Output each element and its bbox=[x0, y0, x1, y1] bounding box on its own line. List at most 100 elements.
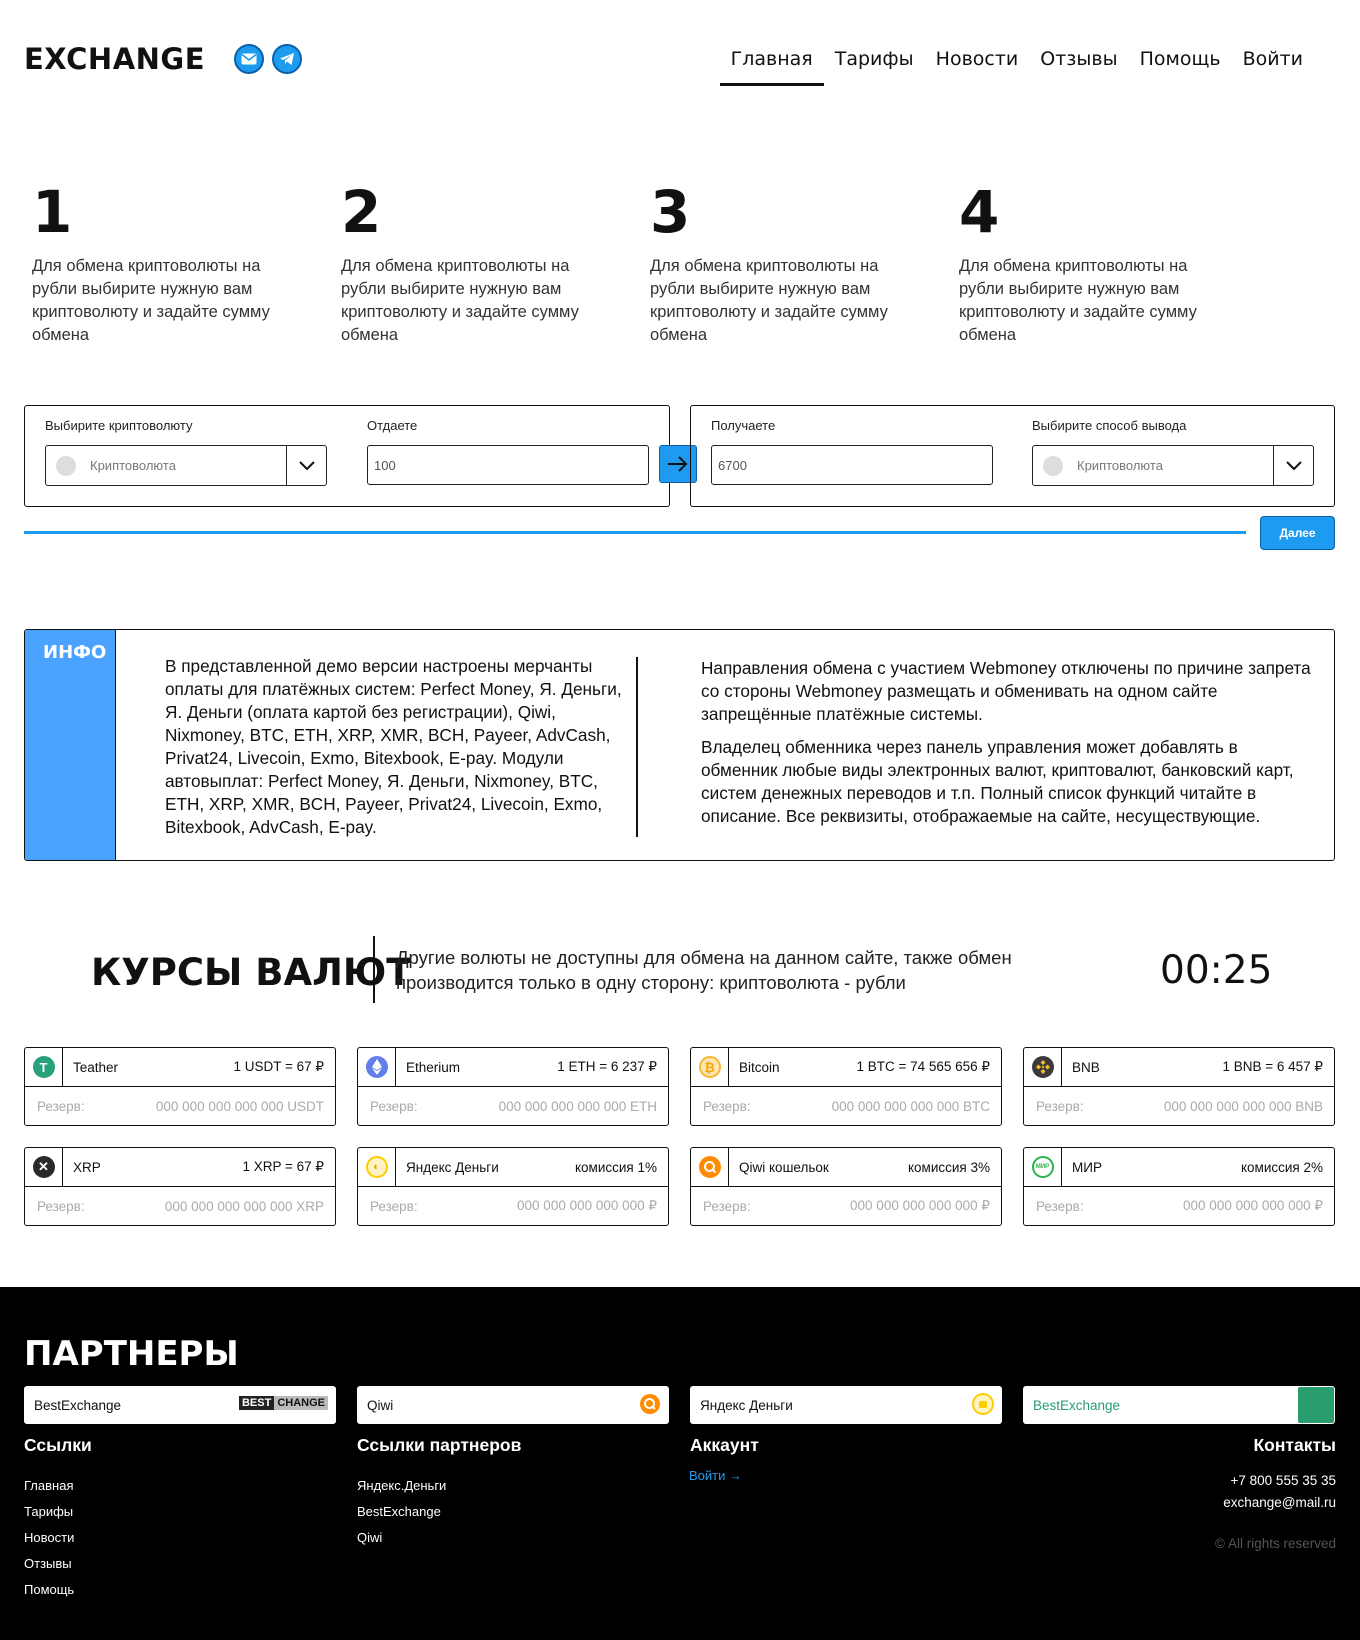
step-3: 3 Для обмена криптоволюты на рубли выбир… bbox=[650, 183, 920, 347]
method-label: Выбирите способ вывода bbox=[1032, 418, 1187, 433]
logo[interactable]: EXCHANGE bbox=[24, 42, 205, 76]
rate-card-rate: комиссия 3% bbox=[907, 1159, 990, 1175]
mail-icon[interactable] bbox=[234, 44, 264, 74]
partner-name: BestExchange bbox=[1033, 1397, 1121, 1413]
info-box: ИНФО В представленной демо версии настро… bbox=[24, 629, 1335, 861]
rate-card-name: Bitcoin bbox=[739, 1059, 780, 1075]
contact-email[interactable]: exchange@mail.ru bbox=[1223, 1492, 1336, 1514]
bitcoin-icon: ₿ bbox=[698, 1056, 721, 1078]
reserve-value: 000 000 000 000 000 USDT bbox=[155, 1098, 324, 1114]
rate-card-eth[interactable]: Etherium 1 ETH = 6 237 ₽ Резерв: 000 000 … bbox=[357, 1047, 669, 1126]
currency-placeholder-icon bbox=[56, 455, 76, 476]
nav-news[interactable]: Новости bbox=[925, 44, 1030, 86]
step-number: 3 bbox=[650, 178, 691, 246]
step-text: Для обмена криптоволюты на рубли выбирит… bbox=[650, 257, 888, 344]
next-button[interactable]: Далее bbox=[1260, 516, 1335, 550]
nav-login[interactable]: Войти bbox=[1232, 44, 1314, 86]
reserve-label: Резерв: bbox=[370, 1098, 418, 1114]
nav-reviews[interactable]: Отзывы bbox=[1029, 44, 1128, 86]
contact-phone[interactable]: +7 800 555 35 35 bbox=[1223, 1470, 1336, 1492]
rate-card-mir[interactable]: МИР МИР комиссия 2% Резерв: 000 000 000 0… bbox=[1023, 1147, 1335, 1226]
progress-fill bbox=[24, 531, 1246, 534]
step-number: 2 bbox=[341, 178, 382, 246]
footer-link-help[interactable]: Помощь bbox=[24, 1577, 74, 1603]
rate-card-yandex-money[interactable]: ◐ Яндекс Деньги комиссия 1% Резерв: 000 0… bbox=[357, 1147, 669, 1226]
partner-link-bestexchange[interactable]: BestExchange bbox=[357, 1499, 446, 1525]
partner-bestexchange[interactable]: BestExchange BEST CHANGE bbox=[24, 1386, 336, 1424]
step-text: Для обмена криптоволюты на рубли выбирит… bbox=[32, 257, 270, 344]
ethereum-icon bbox=[365, 1056, 388, 1078]
info-tag: ИНФО bbox=[25, 630, 116, 860]
partner-name: BestExchange bbox=[34, 1397, 122, 1413]
yandex-money-icon: ◐ bbox=[365, 1156, 388, 1178]
step-number: 1 bbox=[32, 178, 73, 246]
bnb-icon bbox=[1031, 1056, 1054, 1078]
header: EXCHANGE Главная Тарифы Новости Отзывы П… bbox=[0, 0, 1360, 110]
bestchange-logo: BEST CHANGE bbox=[238, 1396, 328, 1410]
step-text: Для обмена криптоволюты на рубли выбирит… bbox=[341, 257, 579, 344]
rates-timer: 00:25 bbox=[1160, 948, 1273, 993]
rate-card-name: Яндекс Деньги bbox=[406, 1159, 499, 1175]
reserve-value: 000 000 000 000 000 ₽ bbox=[517, 1198, 657, 1213]
step-text: Для обмена криптоволюты на рубли выбирит… bbox=[959, 257, 1197, 344]
rate-card-xrp[interactable]: ✕ XRP 1 XRP = 67 ₽ Резерв: 000 000 000 00… bbox=[24, 1147, 336, 1226]
rate-card-rate: 1 BNB = 6 457 ₽ bbox=[1222, 1059, 1323, 1074]
partner-logo bbox=[1298, 1387, 1334, 1423]
receive-amount-input[interactable]: 6700 bbox=[711, 445, 993, 485]
rates-divider bbox=[373, 936, 375, 1003]
crypto-select[interactable]: Криптоволюта bbox=[45, 445, 327, 486]
reserve-value: 000 000 000 000 000 XRP bbox=[164, 1198, 324, 1214]
nav-tariffs[interactable]: Тарифы bbox=[824, 44, 925, 86]
chevron-down-icon[interactable] bbox=[1273, 446, 1313, 485]
telegram-icon[interactable] bbox=[272, 44, 302, 74]
tether-icon: T bbox=[32, 1056, 55, 1078]
qiwi-icon bbox=[698, 1156, 721, 1178]
receive-label: Получаете bbox=[711, 418, 776, 433]
rate-card-btc[interactable]: ₿ Bitcoin 1 BTC = 74 565 656 ₽ Резерв: 00… bbox=[690, 1047, 1002, 1126]
contacts: +7 800 555 35 35 exchange@mail.ru bbox=[1223, 1470, 1336, 1514]
rates-title: КУРСЫ ВАЛЮТ bbox=[91, 951, 412, 994]
partner-link-yandex[interactable]: Яндекс.Деньги bbox=[357, 1473, 446, 1499]
method-select[interactable]: Криптоволюта bbox=[1032, 445, 1314, 486]
give-amount-input[interactable]: 100 bbox=[367, 445, 649, 485]
rate-card-qiwi[interactable]: Qiwi кошельок комиссия 3% Резерв: 000 000… bbox=[690, 1147, 1002, 1226]
reserve-label: Резерв: bbox=[37, 1098, 85, 1114]
partner-link-qiwi[interactable]: Qiwi bbox=[357, 1525, 446, 1551]
partner-name: Яндекс Деньги bbox=[700, 1397, 793, 1413]
yandex-money-icon bbox=[972, 1393, 994, 1418]
partner-qiwi[interactable]: Qiwi bbox=[357, 1386, 669, 1424]
rate-card-usdt[interactable]: T Teather 1 USDT = 67 ₽ Резерв: 000 000 0… bbox=[24, 1047, 336, 1126]
qiwi-icon bbox=[639, 1393, 661, 1418]
reserve-label: Резерв: bbox=[1036, 1098, 1084, 1114]
main-nav: Главная Тарифы Новости Отзывы Помощь Вой… bbox=[719, 44, 1314, 86]
step-4: 4 Для обмена криптоволюты на рубли выбир… bbox=[959, 183, 1229, 347]
xrp-icon: ✕ bbox=[32, 1156, 55, 1178]
info-divider bbox=[636, 657, 638, 837]
rate-card-name: МИР bbox=[1072, 1159, 1102, 1175]
account-login-link[interactable]: Войти → bbox=[689, 1468, 742, 1483]
mir-icon: МИР bbox=[1031, 1156, 1054, 1178]
reserve-label: Резерв: bbox=[370, 1198, 418, 1214]
partner-yandex-money[interactable]: Яндекс Деньги bbox=[690, 1386, 1002, 1424]
footer-link-news[interactable]: Новости bbox=[24, 1525, 74, 1551]
contacts-title: Контакты bbox=[1253, 1435, 1336, 1455]
reserve-value: 000 000 000 000 000 BNB bbox=[1163, 1098, 1323, 1114]
footer-link-tariffs[interactable]: Тарифы bbox=[24, 1499, 74, 1525]
partner-links: Яндекс.Деньги BestExchange Qiwi bbox=[357, 1473, 446, 1551]
info-text-right: Направления обмена с участием Webmoney о… bbox=[701, 657, 1313, 828]
reserve-label: Резерв: bbox=[37, 1198, 85, 1214]
rate-card-bnb[interactable]: BNB 1 BNB = 6 457 ₽ Резерв: 000 000 000 0… bbox=[1023, 1047, 1335, 1126]
nav-home[interactable]: Главная bbox=[719, 44, 824, 86]
chevron-down-icon[interactable] bbox=[286, 446, 326, 485]
footer-link-reviews[interactable]: Отзывы bbox=[24, 1551, 74, 1577]
info-text-left: В представленной демо версии настроены м… bbox=[165, 656, 622, 837]
reserve-value: 000 000 000 000 000 ₽ bbox=[850, 1198, 990, 1213]
crypto-select-value: Криптоволюта bbox=[90, 458, 176, 473]
partner-bestexchange-2[interactable]: BestExchange bbox=[1023, 1386, 1335, 1424]
rates-description: Другие волюты не доступны для обмена на … bbox=[396, 947, 1012, 993]
nav-help[interactable]: Помощь bbox=[1129, 44, 1232, 86]
reserve-label: Резерв: bbox=[703, 1198, 751, 1214]
step-number: 4 bbox=[959, 178, 1000, 246]
footer-link-home[interactable]: Главная bbox=[24, 1473, 74, 1499]
rate-card-name: BNB bbox=[1072, 1059, 1100, 1075]
